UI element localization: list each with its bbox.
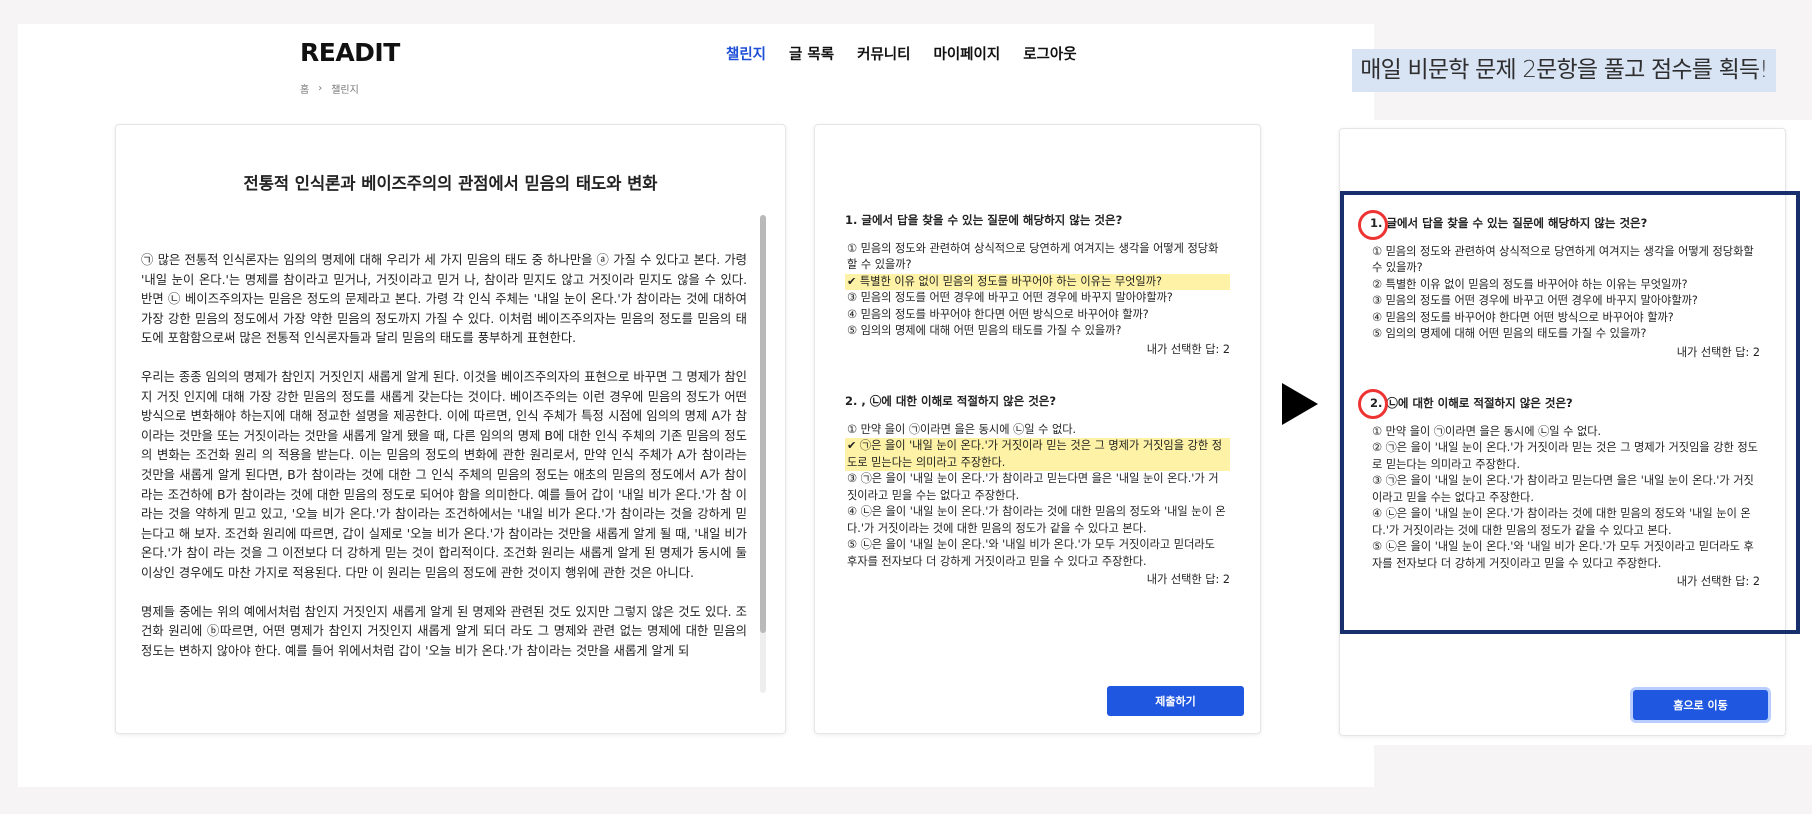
my-answer: 내가 선택한 답: 2 <box>1146 573 1230 586</box>
passage-card: 전통적 인식론과 베이즈주의의 관점에서 믿음의 태도와 변화 ㉠ 많은 전통적… <box>115 124 786 734</box>
question-2: 2. , ㉡에 대한 이해로 적절하지 않은 것은? ① 만약 을이 ㉠이라면 … <box>845 393 1230 589</box>
option-1[interactable]: ① 만약 을이 ㉠이라면 을은 동시에 ㉡일 수 없다. <box>845 422 1230 439</box>
option-5[interactable]: ⑤ 임의의 명제에 대해 어떤 믿음의 태도를 가질 수 있을까? <box>845 323 1230 340</box>
nav-community[interactable]: 커뮤니티 <box>857 43 910 64</box>
highlight-frame <box>1340 191 1800 634</box>
breadcrumb-home[interactable]: 홈 <box>300 81 309 96</box>
canvas: READIT 챌린지 글 목록 커뮤니티 마이페이지 로그아웃 홈 › 챌린지 … <box>0 0 1812 814</box>
option-2-selected[interactable]: ✔ ㉠은 을이 '내일 눈이 온다.'가 거짓이라 믿는 것은 그 명제가 거짓… <box>845 438 1230 471</box>
nav-logout[interactable]: 로그아웃 <box>1023 43 1076 64</box>
passage-scrollbar[interactable] <box>760 215 766 693</box>
home-button[interactable]: 홈으로 이동 <box>1633 690 1768 720</box>
play-arrow-icon <box>1282 383 1318 425</box>
option-3[interactable]: ③ ㉠은 을이 '내일 눈이 온다.'가 참이라고 믿는다면 을은 '내일 눈이… <box>845 471 1230 504</box>
question-title: 2. , ㉡에 대한 이해로 적절하지 않은 것은? <box>845 394 1057 408</box>
scrollbar-thumb[interactable] <box>760 215 766 633</box>
chevron-right-icon: › <box>318 83 323 94</box>
passage-paragraph: 명제들 중에는 위의 예에서처럼 참인지 거짓인지 새롭게 알게 된 명제와 관… <box>141 604 747 658</box>
passage-title: 전통적 인식론과 베이즈주의의 관점에서 믿음의 태도와 변화 <box>243 174 658 193</box>
passage-body[interactable]: ㉠ 많은 전통적 인식론자는 임의의 명제에 대해 우리가 세 가지 믿음의 태… <box>141 251 747 713</box>
quiz-card: 1. 글에서 답을 찾을 수 있는 질문에 해당하지 않는 것은? ① 믿음의 … <box>814 124 1261 734</box>
question-title: 1. 글에서 답을 찾을 수 있는 질문에 해당하지 않는 것은? <box>845 213 1123 227</box>
marker-circle-1 <box>1358 210 1388 240</box>
logo[interactable]: READIT <box>300 38 400 67</box>
passage-paragraph: ㉠ 많은 전통적 인식론자는 임의의 명제에 대해 우리가 세 가지 믿음의 태… <box>141 253 747 346</box>
option-3[interactable]: ③ 믿음의 정도를 어떤 경우에 바꾸고 어떤 경우에 바꾸지 말아야할까? <box>845 290 1230 307</box>
option-1[interactable]: ① 믿음의 정도와 관련하여 상식적으로 당연하게 여겨지는 생각을 어떻게 정… <box>845 241 1230 274</box>
option-4[interactable]: ④ ㉡은 을이 '내일 눈이 온다.'가 참이라는 것에 대한 믿음의 정도와 … <box>845 504 1230 537</box>
caption-banner: 매일 비문학 문제 2문항을 풀고 점수를 획득! <box>1352 49 1776 92</box>
breadcrumb-current: 챌린지 <box>331 85 359 96</box>
option-4[interactable]: ④ 믿음의 정도를 바꾸어야 한다면 어떤 방식으로 바꾸어야 할까? <box>845 307 1230 324</box>
main-nav: 챌린지 글 목록 커뮤니티 마이페이지 로그아웃 <box>726 43 1077 64</box>
marker-circle-2 <box>1358 389 1388 419</box>
breadcrumb: 홈 › 챌린지 <box>300 81 359 96</box>
nav-post-list[interactable]: 글 목록 <box>789 43 834 64</box>
my-answer: 내가 선택한 답: 2 <box>1146 342 1230 356</box>
question-1: 1. 글에서 답을 찾을 수 있는 질문에 해당하지 않는 것은? ① 믿음의 … <box>845 212 1230 358</box>
nav-mypage[interactable]: 마이페이지 <box>933 43 1000 64</box>
nav-challenge[interactable]: 챌린지 <box>726 43 766 64</box>
submit-button[interactable]: 제출하기 <box>1107 686 1244 716</box>
option-2-selected[interactable]: ✔ 특별한 이유 없이 믿음의 정도를 바꾸어야 하는 이유는 무엇일까? <box>845 273 1230 290</box>
passage-paragraph: 우리는 종종 임의의 명제가 참인지 거짓인지 새롭게 알게 된다. 이것을 베… <box>141 369 747 580</box>
option-5[interactable]: ⑤ ㉡은 을이 '내일 눈이 온다.'와 '내일 비가 온다.'가 모두 거짓이… <box>845 537 1230 570</box>
